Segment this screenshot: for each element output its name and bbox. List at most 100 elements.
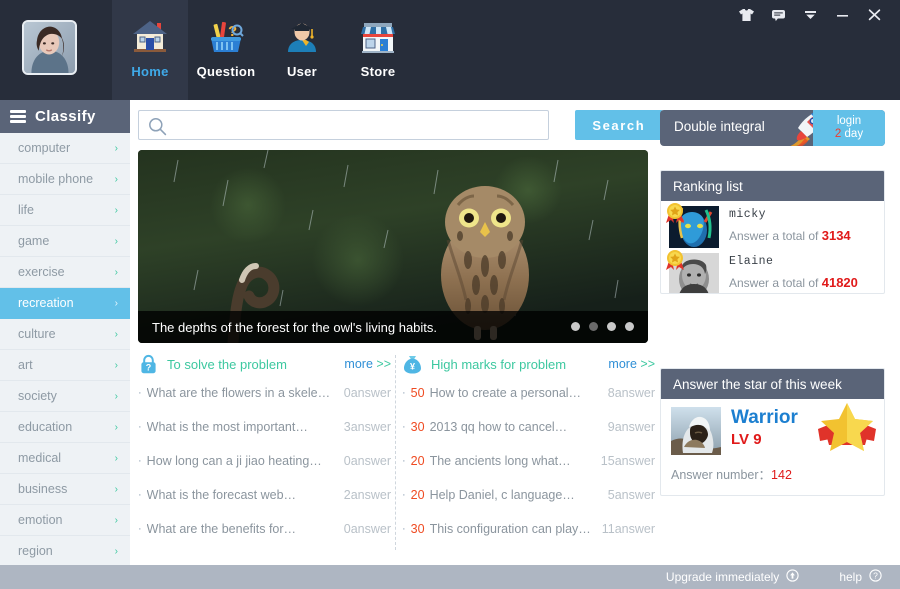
chevron-right-icon: › (114, 173, 118, 185)
chevron-right-icon: › (114, 328, 118, 340)
more-arrows-icon: >> (376, 357, 391, 371)
sidebar-item-society[interactable]: society › (0, 381, 130, 412)
tab-store[interactable]: Store (340, 0, 416, 100)
help-button[interactable]: help ? (839, 569, 882, 585)
tab-home[interactable]: Home (112, 0, 188, 100)
search-field-wrap[interactable] (138, 110, 551, 140)
bullet-icon: · (138, 387, 142, 399)
close-icon[interactable] (858, 1, 890, 29)
tab-question[interactable]: ? Question (188, 0, 264, 100)
help-icon: ? (869, 569, 882, 585)
list-item[interactable]: · What is the most important… 3answer (138, 410, 391, 444)
list-item[interactable]: · 50 How to create a personal… 8answer (402, 376, 655, 410)
list-item[interactable]: · 30 2013 qq how to cancel… 9answer (402, 410, 655, 444)
more-link[interactable]: more >> (344, 357, 391, 371)
message-icon[interactable] (762, 1, 794, 29)
question-title[interactable]: 2013 qq how to cancel… (430, 420, 602, 434)
sidebar-item-label: culture (18, 327, 56, 341)
sidebar-item-label: education (18, 420, 73, 434)
list-item[interactable]: · 20 The ancients long what… 15answer (402, 444, 655, 478)
answer-count: 8answer (607, 386, 655, 400)
sidebar-item-art[interactable]: art › (0, 350, 130, 381)
medal-icon (665, 249, 685, 271)
chevron-right-icon: › (114, 390, 118, 402)
question-title[interactable]: This configuration can play… (430, 522, 596, 536)
question-title[interactable]: What are the benefits for… (147, 522, 338, 536)
login-days-badge[interactable]: login 2 day (813, 110, 885, 146)
upgrade-button[interactable]: Upgrade immediately (666, 569, 799, 585)
sidebar-item-culture[interactable]: culture › (0, 319, 130, 350)
list-item[interactable]: · 20 Help Daniel, c language… 5answer (402, 478, 655, 512)
classify-header[interactable]: Classify (0, 100, 130, 133)
question-title[interactable]: The ancients long what… (430, 454, 595, 468)
question-score: 30 (410, 420, 425, 434)
sidebar-item-education[interactable]: education › (0, 412, 130, 443)
help-label: help (839, 570, 862, 584)
medal-icon (665, 202, 685, 224)
double-integral-banner[interactable]: Double integral login 2 day (660, 110, 885, 146)
search-input[interactable] (173, 111, 551, 139)
ranking-row[interactable]: micky Answer a total of 3134 (661, 201, 884, 248)
more-link[interactable]: more >> (608, 357, 655, 371)
list-item[interactable]: · 30 This configuration can play… 11answer (402, 512, 655, 546)
answer-count: 2answer (343, 488, 391, 502)
list-item[interactable]: · How long can a ji jiao heating… 0answer (138, 444, 391, 478)
sidebar-item-emotion[interactable]: emotion › (0, 505, 130, 536)
carousel-dot[interactable] (571, 322, 580, 331)
sidebar-item-recreation[interactable]: recreation › (0, 288, 130, 319)
skin-icon[interactable] (730, 1, 762, 29)
question-title[interactable]: How to create a personal… (430, 386, 602, 400)
search-button[interactable]: Search (574, 110, 663, 140)
sidebar-item-game[interactable]: game › (0, 226, 130, 257)
sidebar-item-business[interactable]: business › (0, 474, 130, 505)
banner-carousel[interactable]: The depths of the forest for the owl's l… (138, 150, 648, 343)
bullet-icon: · (402, 387, 406, 399)
answer-count: 3answer (343, 420, 391, 434)
question-title[interactable]: Help Daniel, c language… (430, 488, 602, 502)
svg-text:?: ? (873, 571, 878, 581)
answer-count: 9answer (607, 420, 655, 434)
avatar-grayscale-man (666, 250, 719, 293)
bullet-icon: · (138, 455, 142, 467)
answer-number-label: Answer number： (671, 468, 772, 482)
sidebar-item-computer[interactable]: computer › (0, 133, 130, 164)
answer-count: 0answer (343, 386, 391, 400)
ranking-user-name[interactable]: Elaine (729, 255, 858, 268)
question-title[interactable]: What are the flowers in a skele… (147, 386, 338, 400)
bullet-icon: · (402, 455, 406, 467)
list-title: To solve the problem (167, 356, 287, 372)
minimize-icon[interactable] (826, 1, 858, 29)
hamburger-icon (10, 110, 26, 123)
tab-question-label: Question (196, 64, 256, 79)
answer-count: 0answer (343, 454, 391, 468)
sidebar-item-region[interactable]: region › (0, 536, 130, 565)
sidebar-item-exercise[interactable]: exercise › (0, 257, 130, 288)
carousel-dot[interactable] (589, 322, 598, 331)
list-item[interactable]: · What is the forecast web… 2answer (138, 478, 391, 512)
house-icon (129, 16, 171, 58)
carousel-dot[interactable] (625, 322, 634, 331)
list-item[interactable]: · What are the benefits for… 0answer (138, 512, 391, 546)
answer-count: 0answer (343, 522, 391, 536)
question-score: 20 (410, 454, 425, 468)
ranking-row[interactable]: Elaine Answer a total of 41820 (661, 248, 884, 293)
avatar-blue-neon (666, 203, 719, 248)
collapse-icon[interactable] (794, 1, 826, 29)
sidebar-item-medical[interactable]: medical › (0, 443, 130, 474)
sidebar-item-label: mobile phone (18, 172, 94, 186)
ranking-total-label: Answer a total of (729, 229, 819, 243)
avatar-hooded-warrior[interactable] (671, 407, 721, 455)
question-title[interactable]: What is the most important… (147, 420, 338, 434)
question-score: 30 (410, 522, 425, 536)
question-title[interactable]: How long can a ji jiao heating… (147, 454, 338, 468)
list-item[interactable]: · What are the flowers in a skele… 0answer (138, 376, 391, 410)
tab-user[interactable]: User (264, 0, 340, 100)
sidebar-item-label: medical (18, 451, 62, 465)
sidebar-item-mobile-phone[interactable]: mobile phone › (0, 164, 130, 195)
sidebar-item-label: art (18, 358, 33, 372)
sidebar-item-life[interactable]: life › (0, 195, 130, 226)
carousel-dot[interactable] (607, 322, 616, 331)
question-title[interactable]: What is the forecast web… (147, 488, 338, 502)
avatar[interactable] (22, 20, 77, 75)
ranking-user-name[interactable]: micky (729, 208, 851, 221)
